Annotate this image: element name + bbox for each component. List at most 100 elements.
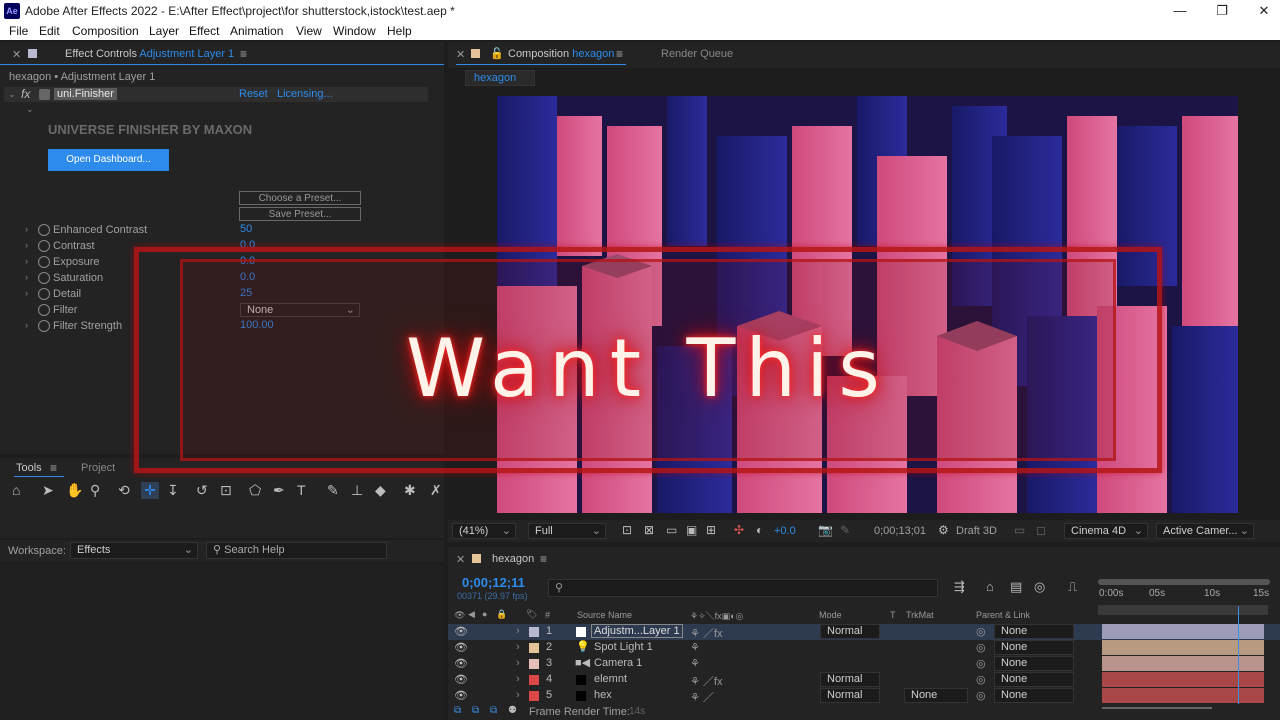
pickwhip-icon[interactable]: ◎ — [976, 689, 986, 702]
shape-tool-icon[interactable]: ⬠ — [249, 482, 261, 499]
expand-chevron-icon[interactable]: › — [25, 256, 28, 266]
composition-tab[interactable]: Composition hexagon — [508, 48, 614, 60]
timeline-comp-tab[interactable]: hexagon — [492, 553, 534, 565]
stopwatch-icon[interactable] — [38, 240, 50, 252]
close-button[interactable]: ✕ — [1254, 2, 1274, 20]
render-view-icon[interactable]: ◻ — [1036, 523, 1046, 537]
close-tab-icon[interactable]: ✕ — [456, 553, 465, 566]
pickwhip-icon[interactable]: ◎ — [976, 673, 986, 686]
layer-name[interactable]: hex — [594, 689, 612, 701]
choose-preset-button[interactable]: Choose a Preset... — [239, 191, 361, 205]
orbit-tool-icon[interactable]: ⟲ — [118, 482, 130, 499]
draft-3d-timeline-icon[interactable]: ⌂ — [986, 579, 994, 594]
licensing-link[interactable]: Licensing... — [277, 88, 333, 100]
search-help-input[interactable]: ⚲ Search Help — [206, 542, 387, 559]
parent-link-header[interactable]: Parent & Link — [976, 610, 1030, 620]
layer-row[interactable]: 👁 › 2 💡 Spot Light 1 ⚘ ◎ None — [448, 640, 1280, 656]
clone-stamp-tool-icon[interactable]: ⊥ — [351, 482, 363, 499]
stopwatch-icon[interactable] — [38, 272, 50, 284]
transparency-grid-icon[interactable]: ⊠ — [644, 523, 654, 537]
visibility-eye-icon[interactable]: 👁 — [454, 673, 468, 686]
reset-link[interactable]: Reset — [239, 88, 268, 100]
visibility-eye-icon[interactable]: 👁 — [454, 625, 468, 638]
fast-previews-icon[interactable]: ⊡ — [622, 523, 632, 537]
expand-chevron-icon[interactable]: › — [25, 224, 28, 234]
comp-breadcrumb[interactable]: hexagon — [465, 70, 535, 86]
roto-brush-icon[interactable]: ✗ — [430, 482, 442, 499]
visibility-eye-icon[interactable]: 👁 — [454, 657, 468, 670]
pen-tool-icon[interactable]: ✒ — [273, 482, 285, 499]
pickwhip-icon[interactable]: ◎ — [976, 641, 986, 654]
work-area-bar[interactable] — [1098, 579, 1270, 585]
stopwatch-icon[interactable] — [38, 256, 50, 268]
panel-menu-icon[interactable]: ≡ — [50, 461, 57, 475]
source-name-header[interactable]: Source Name — [577, 610, 632, 620]
fx-icon[interactable]: fx — [21, 87, 30, 101]
current-time-display[interactable]: 0;00;13;01 — [874, 525, 926, 537]
parent-dropdown[interactable]: None — [994, 672, 1074, 687]
render-queue-tab[interactable]: Render Queue — [661, 48, 733, 60]
layer-duration-bar[interactable] — [1102, 672, 1264, 687]
menu-effect[interactable]: Effect — [189, 24, 219, 38]
parent-dropdown[interactable]: None — [994, 640, 1074, 655]
move-tool-icon[interactable]: ✛ — [141, 482, 159, 499]
twirl-chevron-icon[interactable]: › — [516, 657, 520, 669]
selection-tool-icon[interactable]: ➤ — [42, 482, 54, 499]
zoom-slider[interactable] — [1102, 707, 1212, 709]
layer-switches-toggle-icon[interactable]: ⧉ — [454, 705, 461, 716]
layer-row[interactable]: 👁 › 5 hex ⚘ ／ Normal None ◎ None — [448, 688, 1280, 704]
channel-icon[interactable]: ✣ — [734, 523, 744, 537]
minimize-button[interactable]: — — [1170, 2, 1190, 20]
draft-3d-toggle[interactable]: Draft 3D — [956, 525, 997, 537]
home-icon[interactable]: ⌂ — [12, 482, 20, 498]
label-color-swatch[interactable] — [529, 643, 539, 653]
stopwatch-icon[interactable] — [38, 288, 50, 300]
type-tool-icon[interactable]: T — [297, 482, 306, 498]
param-value[interactable]: 50 — [240, 223, 252, 235]
open-dashboard-button[interactable]: Open Dashboard... — [48, 149, 169, 171]
layer-duration-bar[interactable] — [1102, 640, 1264, 655]
renderer-dropdown[interactable]: Cinema 4D ⌄ — [1064, 523, 1148, 539]
label-color-swatch[interactable] — [529, 675, 539, 685]
region-of-interest-icon[interactable]: ▭ — [666, 523, 677, 537]
blend-mode-dropdown[interactable]: Normal — [820, 688, 880, 703]
save-preset-button[interactable]: Save Preset... — [239, 207, 361, 221]
show-snapshot-icon[interactable]: ✎ — [840, 523, 850, 537]
hand-tool-icon[interactable]: ✋ — [66, 482, 83, 499]
graph-editor-icon[interactable]: ⎍ — [1068, 579, 1077, 595]
layer-switches-icon[interactable]: ⚘ — [690, 657, 700, 670]
stopwatch-icon[interactable] — [38, 224, 50, 236]
menu-edit[interactable]: Edit — [39, 24, 60, 38]
menu-window[interactable]: Window — [333, 24, 376, 38]
panel-menu-icon[interactable]: ≡ — [616, 47, 623, 61]
layer-switches-icon[interactable]: ⚘ ／fx — [690, 673, 722, 689]
render-time-icon[interactable]: ⚉ — [508, 705, 517, 716]
blend-mode-dropdown[interactable]: Normal — [820, 672, 880, 687]
close-tab-icon[interactable]: ✕ — [456, 48, 465, 61]
layer-switches-icon[interactable]: ⚘ ／fx — [690, 625, 722, 641]
twirl-chevron-icon[interactable]: › — [516, 689, 520, 701]
trkmat-header[interactable]: TrkMat — [906, 610, 934, 620]
sub-chevron-icon[interactable]: ⌄ — [26, 104, 34, 115]
expand-chevron-icon[interactable]: › — [25, 320, 28, 330]
exposure-value[interactable]: +0.0 — [774, 525, 796, 537]
menu-help[interactable]: Help — [387, 24, 412, 38]
parent-dropdown[interactable]: None — [994, 656, 1074, 671]
workspace-dropdown[interactable]: Effects ⌄ — [70, 542, 198, 559]
frame-blending-icon[interactable]: ◎ — [1034, 579, 1045, 595]
in-out-toggle-icon[interactable]: ⧉ — [490, 705, 497, 716]
pickwhip-icon[interactable]: ◎ — [976, 625, 986, 638]
visibility-eye-icon[interactable]: 👁 — [454, 689, 468, 702]
layer-duration-bar[interactable] — [1102, 656, 1264, 671]
resolution-dropdown[interactable]: Full ⌄ — [528, 523, 606, 539]
eraser-tool-icon[interactable]: ◆ — [375, 482, 386, 499]
twirl-chevron-icon[interactable]: › — [516, 625, 520, 637]
reset-exposure-icon[interactable]: ◐ — [756, 523, 763, 537]
menu-composition[interactable]: Composition — [72, 24, 139, 38]
layer-name[interactable]: elemnt — [594, 673, 627, 685]
menu-animation[interactable]: Animation — [230, 24, 283, 38]
snapshot-camera-icon[interactable]: 📷 — [818, 523, 833, 537]
timeline-timecode[interactable]: 0;00;12;11 — [462, 575, 525, 590]
rotate-tool-icon[interactable]: ↺ — [196, 482, 208, 499]
shy-layers-icon[interactable]: ▤ — [1010, 579, 1022, 595]
